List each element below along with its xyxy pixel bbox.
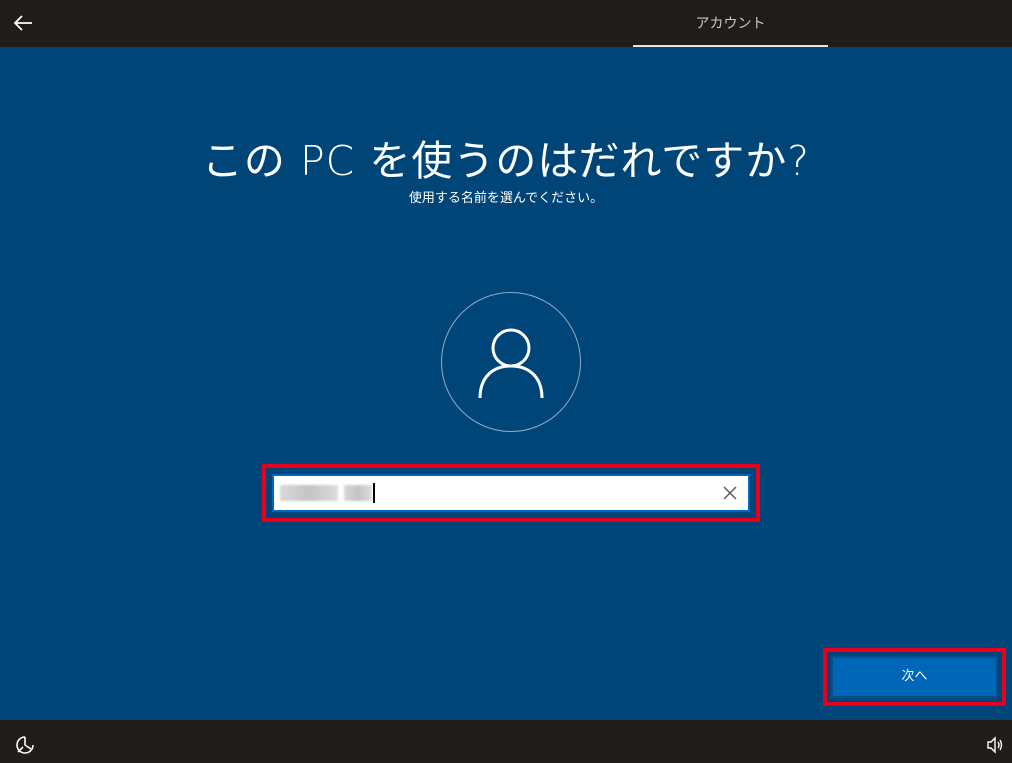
back-arrow-icon <box>13 15 32 31</box>
name-field[interactable] <box>272 474 750 512</box>
tab-account: アカウント <box>633 0 828 47</box>
main-panel: この PC を使うのはだれですか? 使用する名前を選んでください。 次へ <box>0 47 1012 720</box>
tab-account-label: アカウント <box>695 16 766 32</box>
volume-icon[interactable] <box>986 736 1004 754</box>
back-button[interactable] <box>8 8 38 38</box>
top-bar: アカウント <box>0 0 1012 47</box>
page-subtitle: 使用する名前を選んでください。 <box>408 191 604 206</box>
text-cursor <box>373 483 375 503</box>
ease-of-access-icon[interactable] <box>14 734 36 756</box>
user-icon <box>478 328 544 399</box>
next-button[interactable]: 次へ <box>831 656 998 698</box>
avatar <box>441 292 581 432</box>
obscured-name-part-2 <box>344 485 372 501</box>
clear-button[interactable] <box>720 483 740 503</box>
bottom-bar <box>0 720 1012 763</box>
obscured-name-part-1 <box>280 485 338 501</box>
name-input[interactable] <box>278 476 708 510</box>
page-title: この PC を使うのはだれですか? <box>201 137 811 185</box>
close-icon <box>723 486 737 500</box>
